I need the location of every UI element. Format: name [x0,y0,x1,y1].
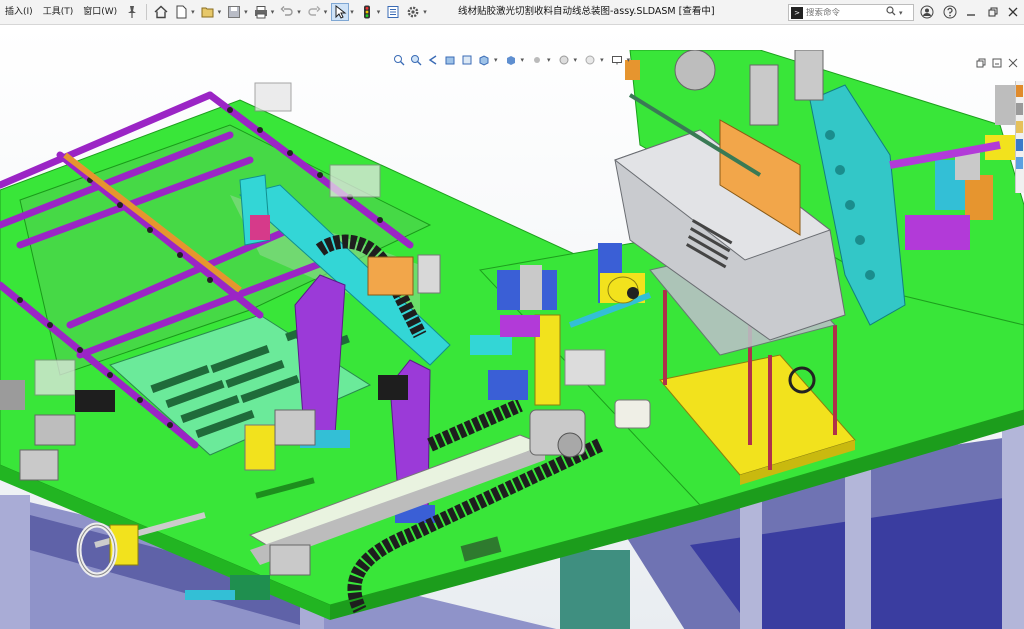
chevron-down-icon[interactable]: ▾ [377,8,381,16]
file-properties-icon[interactable] [384,3,402,21]
design-library-icon[interactable] [1016,103,1023,115]
select-cursor-icon[interactable] [331,3,350,21]
pin-icon[interactable] [123,3,141,21]
traffic-light-icon[interactable] [358,3,376,21]
hide-show-items-icon[interactable] [530,53,544,67]
redo-icon[interactable] [305,3,323,21]
chevron-down-icon[interactable]: ▾ [350,8,354,16]
viewport-minimize-icon[interactable] [992,53,1002,72]
chevron-down-icon[interactable]: ▾ [600,56,604,64]
file-explorer-icon[interactable] [1016,121,1023,133]
chevron-down-icon[interactable]: ▾ [521,56,525,64]
zoom-to-area-icon[interactable] [409,53,423,67]
appearances-icon[interactable] [1016,157,1023,169]
help-icon[interactable] [942,4,958,20]
chevron-down-icon[interactable]: ▾ [423,8,427,16]
section-view-icon[interactable] [443,53,457,67]
chevron-down-icon[interactable]: ▾ [324,8,328,16]
chevron-down-icon[interactable]: ▾ [494,56,498,64]
menu-window[interactable]: 窗口(W) [78,0,122,24]
new-document-icon[interactable] [172,3,190,21]
zoom-to-fit-icon[interactable] [392,53,406,67]
chevron-down-icon[interactable]: ▾ [899,9,903,17]
chevron-down-icon[interactable]: ▾ [271,8,275,16]
view-settings-icon[interactable] [610,53,624,67]
edit-appearance-icon[interactable] [557,53,571,67]
chevron-down-icon[interactable]: ▾ [218,8,222,16]
chevron-down-icon[interactable]: ▾ [297,8,301,16]
chevron-down-icon[interactable]: ▾ [191,8,195,16]
open-icon[interactable] [199,3,217,21]
heads-up-view-toolbar: ▾ ▾ ▾ ▾ ▾ ▾ [392,52,633,68]
previous-view-icon[interactable] [426,53,440,67]
chevron-down-icon[interactable]: ▾ [547,56,551,64]
dynamic-annotation-icon[interactable] [460,53,474,67]
close-icon[interactable] [1005,4,1021,20]
task-pane-tabs [1015,81,1024,193]
options-gear-icon[interactable] [404,3,422,21]
save-icon[interactable] [225,3,243,21]
view-orientation-icon[interactable] [477,53,491,67]
menu-tools[interactable]: 工具(T) [38,0,79,24]
command-prompt-icon: > [791,6,803,19]
separator [146,4,148,20]
home-icon[interactable] [152,3,170,21]
viewport-close-icon[interactable] [1008,53,1018,72]
user-account-icon[interactable] [919,4,935,20]
chevron-down-icon[interactable]: ▾ [574,56,578,64]
undo-icon[interactable] [278,3,296,21]
restore-icon[interactable] [985,4,1001,20]
print-icon[interactable] [252,3,270,21]
chevron-down-icon[interactable]: ▾ [627,56,631,64]
search-input[interactable] [806,7,884,18]
document-title: 线材贴胶激光切割收料自动线总装图-assy.SLDASM [查看中] [458,6,715,17]
minimize-icon[interactable] [963,4,979,20]
view-palette-icon[interactable] [1016,139,1023,151]
search-commands-box[interactable]: > ▾ [788,4,914,21]
viewport-restore-icon[interactable] [976,53,986,72]
display-style-icon[interactable] [504,53,518,67]
apply-scene-icon[interactable] [583,53,597,67]
assembly-3d-model[interactable] [0,50,1024,629]
menu-insert[interactable]: 插入(I) [0,0,38,24]
viewport-window-controls [976,53,1018,72]
chevron-down-icon[interactable]: ▾ [244,8,248,16]
solidworks-resources-icon[interactable] [1016,85,1023,97]
search-icon[interactable] [886,6,896,19]
graphics-viewport[interactable]: ▾ ▾ ▾ ▾ ▾ ▾ [0,25,1024,629]
